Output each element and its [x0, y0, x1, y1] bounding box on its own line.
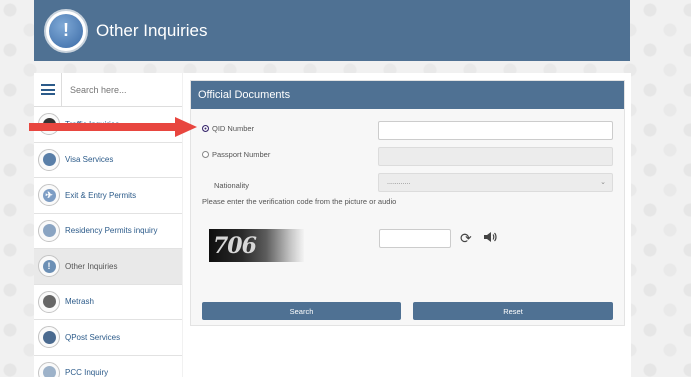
passport-radio[interactable] [202, 151, 209, 158]
sidebar-item-visa[interactable]: Visa Services [34, 143, 182, 178]
menu-button[interactable] [34, 72, 62, 107]
residency-icon [38, 219, 60, 242]
sidebar-item-exit-entry[interactable]: ✈ Exit & Entry Permits [34, 178, 182, 214]
hamburger-icon [40, 84, 55, 95]
exclamation-icon: ! [38, 255, 60, 278]
main-content: Official Documents QID Number Passport N… [183, 73, 631, 377]
qid-input[interactable] [378, 121, 613, 140]
passport-radio-option[interactable]: Passport Number [202, 150, 270, 159]
nationality-value: ............ [387, 179, 411, 186]
page-header: ! Other Inquiries [34, 0, 630, 61]
sidebar-item-qpost[interactable]: QPost Services [34, 320, 182, 356]
search-button[interactable]: Search [202, 302, 401, 320]
page-title: Other Inquiries [96, 20, 208, 40]
nationality-label: Nationality [214, 181, 250, 190]
other-inquiries-logo: ! [44, 8, 88, 53]
search-input[interactable] [70, 84, 175, 95]
qid-label: QID Number [212, 124, 255, 133]
exclamation-icon: ! [49, 13, 83, 48]
audio-icon[interactable] [483, 230, 497, 247]
sidebar-item-label: PCC Inquiry [65, 368, 109, 377]
reset-button[interactable]: Reset [413, 302, 613, 320]
sidebar-item-other-inquiries[interactable]: ! Other Inquiries [34, 249, 182, 285]
plane-icon: ✈ [38, 184, 60, 207]
refresh-icon[interactable]: ⟳ [460, 230, 472, 247]
visa-icon [38, 148, 60, 171]
nationality-select[interactable]: ............ ⌄ [378, 173, 613, 192]
metrash-icon [38, 290, 60, 313]
sidebar-item-label: Metrash [65, 297, 94, 307]
annotation-arrow [29, 117, 197, 137]
qid-radio-option[interactable]: QID Number [202, 124, 254, 133]
sidebar-item-metrash[interactable]: Metrash [34, 285, 182, 320]
sidebar-item-label: Residency Permits inquiry [65, 226, 158, 236]
certificate-icon [38, 361, 60, 377]
sidebar-item-label: Visa Services [65, 155, 114, 165]
sidebar-search-row [34, 72, 182, 107]
captcha-image: 706 [209, 229, 304, 262]
sidebar-item-pcc[interactable]: PCC Inquiry [34, 356, 182, 377]
captcha-input[interactable] [379, 229, 451, 248]
official-documents-panel: Official Documents QID Number Passport N… [190, 80, 625, 326]
sidebar-item-label: QPost Services [65, 332, 121, 342]
sidebar-item-label: Other Inquiries [65, 261, 118, 271]
sidebar-item-residency[interactable]: Residency Permits inquiry [34, 214, 182, 249]
verification-instruction: Please enter the verification code from … [202, 197, 397, 206]
chevron-down-icon: ⌄ [600, 179, 606, 186]
sidebar-item-label: Exit & Entry Permits [65, 190, 137, 200]
post-truck-icon [38, 326, 60, 349]
qid-radio[interactable] [202, 125, 209, 132]
panel-title: Official Documents [191, 81, 624, 109]
passport-input[interactable] [378, 147, 613, 166]
passport-label: Passport Number [212, 150, 271, 159]
